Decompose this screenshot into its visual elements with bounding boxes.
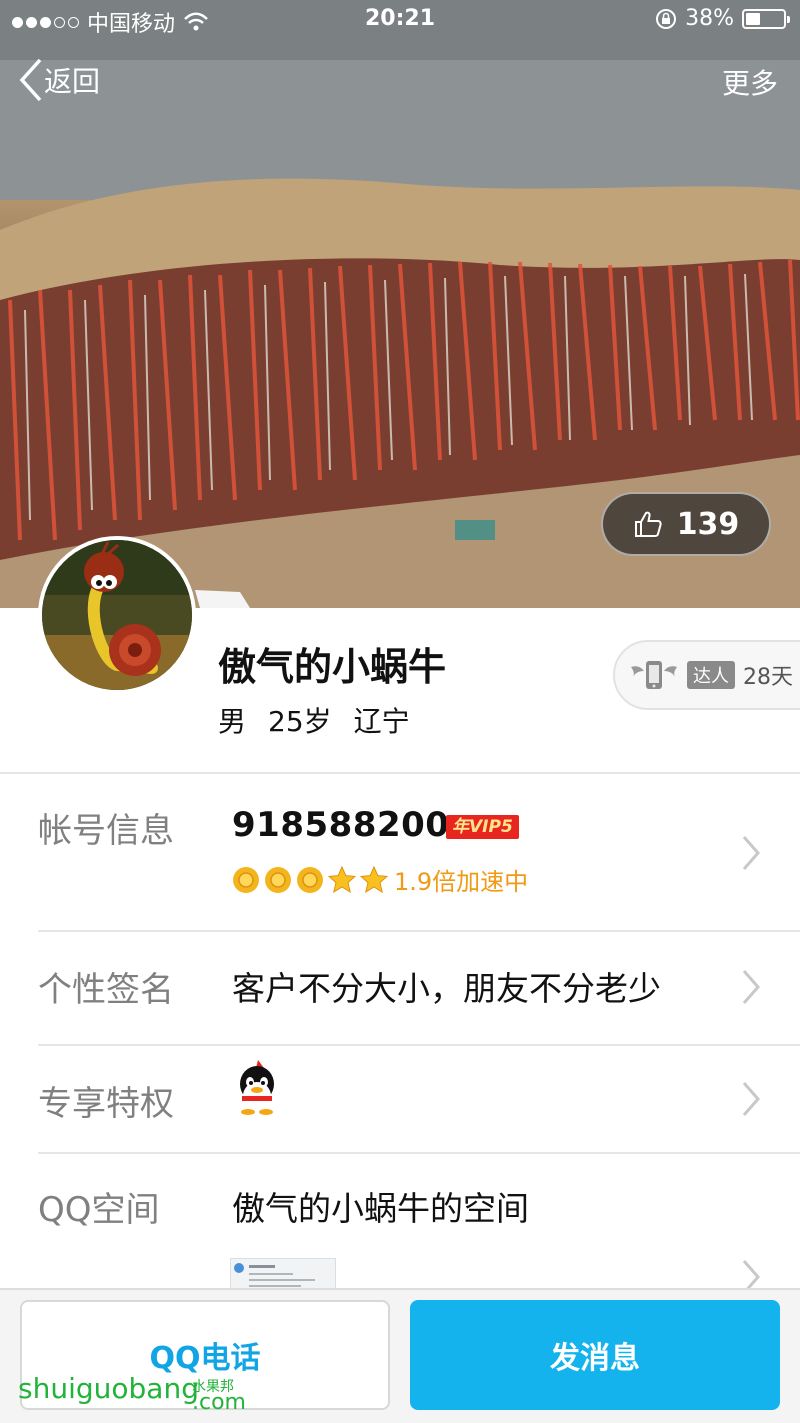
daren-days: 28天 bbox=[743, 665, 793, 690]
divider bbox=[38, 1152, 800, 1154]
chevron-right-icon bbox=[742, 836, 760, 870]
qq-number: 918588200 bbox=[232, 805, 450, 845]
divider bbox=[0, 772, 800, 774]
qq-penguin-icon bbox=[240, 1060, 274, 1115]
battery-icon bbox=[742, 8, 790, 29]
send-message-button[interactable]: 发消息 bbox=[410, 1300, 780, 1410]
profile-meta: 男 25岁 辽宁 bbox=[218, 700, 410, 740]
like-count: 139 bbox=[676, 506, 740, 542]
sun-icon bbox=[297, 866, 323, 893]
sun-icon bbox=[233, 866, 259, 893]
status-right: 38% bbox=[655, 6, 790, 31]
battery-percent: 38% bbox=[685, 6, 734, 31]
vip-badge: 年VIP5 bbox=[446, 815, 519, 839]
location: 辽宁 bbox=[353, 705, 410, 738]
rotation-lock-icon bbox=[656, 8, 677, 29]
level-icons: 1.9倍加速中 bbox=[232, 862, 528, 897]
back-button[interactable]: 返回 bbox=[18, 58, 100, 102]
age: 25岁 bbox=[268, 705, 332, 738]
battery-level bbox=[746, 12, 760, 25]
watermark-suffix: .com bbox=[192, 1390, 246, 1415]
chevron-right-icon bbox=[742, 1082, 760, 1116]
divider bbox=[38, 1044, 800, 1046]
back-label: 返回 bbox=[44, 65, 101, 98]
signature-label: 个性签名 bbox=[38, 970, 174, 1010]
chevron-right-icon bbox=[742, 970, 760, 1004]
divider bbox=[38, 930, 800, 932]
star-icon bbox=[360, 865, 388, 893]
qzone-value: 傲气的小蜗牛的空间 bbox=[232, 1189, 529, 1228]
nickname: 傲气的小蜗牛 bbox=[218, 645, 447, 689]
chevron-left-icon bbox=[19, 58, 42, 102]
more-button[interactable]: 更多 bbox=[722, 62, 778, 102]
privilege-label: 专享特权 bbox=[38, 1084, 174, 1124]
thumbs-up-icon bbox=[634, 511, 662, 537]
accel-text: 1.9倍加速中 bbox=[394, 868, 529, 896]
account-info-label: 帐号信息 bbox=[38, 811, 174, 851]
daren-tag: 达人 bbox=[687, 661, 735, 689]
daren-badge[interactable]: 达人 28天 bbox=[613, 640, 800, 710]
sun-icon bbox=[265, 866, 291, 893]
status-bar: 中国移动 20:21 38% bbox=[0, 0, 800, 40]
profile-screen: 中国移动 20:21 38% 返回 更多 139 傲气的小蜗牛 男 25岁 辽宁… bbox=[0, 0, 800, 1423]
star-icon bbox=[328, 865, 356, 893]
avatar[interactable] bbox=[38, 536, 196, 694]
snail-avatar-image bbox=[42, 540, 192, 690]
qzone-label: QQ空间 bbox=[38, 1190, 160, 1230]
like-button[interactable]: 139 bbox=[601, 492, 771, 556]
signature-value: 客户不分大小，朋友不分老少 bbox=[232, 969, 661, 1008]
watermark-text: shuiguobang bbox=[18, 1372, 199, 1405]
winged-phone-icon bbox=[631, 661, 677, 689]
gender: 男 bbox=[218, 705, 247, 738]
